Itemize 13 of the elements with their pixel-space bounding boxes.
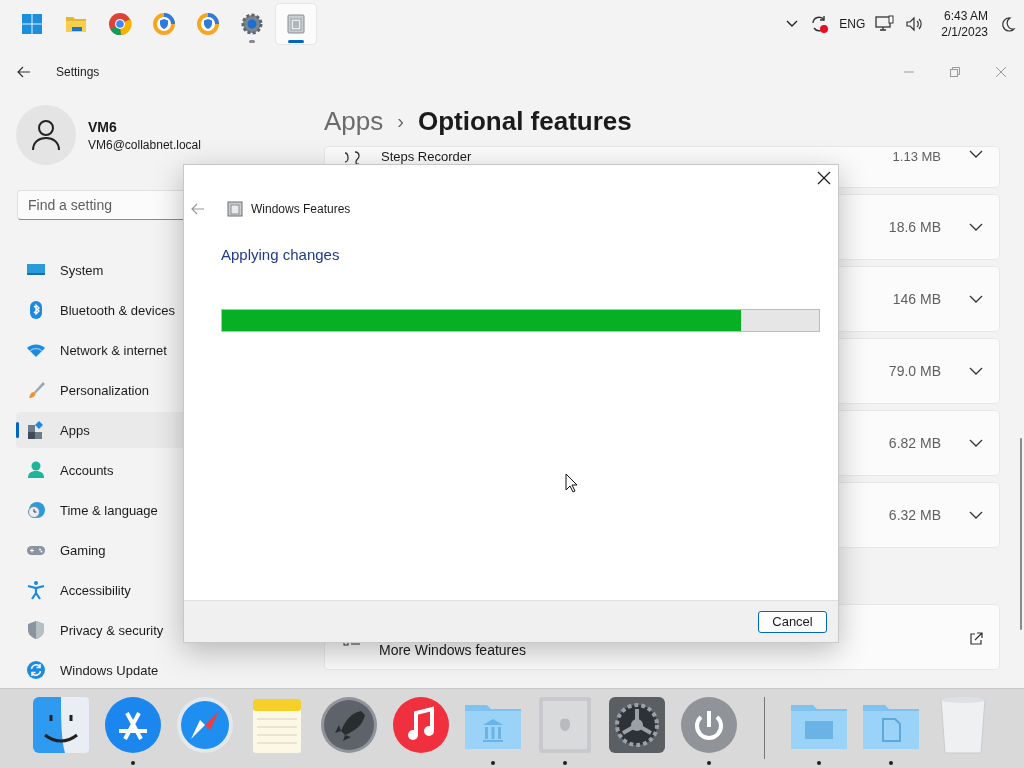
feature-size: 6.32 MB: [888, 507, 941, 523]
user-name: VM6: [88, 118, 118, 135]
feature-size: 1.13 MB: [892, 150, 941, 164]
window-title: Settings: [56, 65, 101, 79]
feature-size: 146 MB: [892, 291, 941, 307]
feature-size: 79.0 MB: [888, 363, 941, 379]
user-email: VM6@collabnet.local: [88, 137, 201, 152]
feature-size: 18.6 MB: [888, 219, 941, 235]
status-heading: Applying changes: [221, 246, 341, 263]
feature-size: 6.82 MB: [888, 435, 941, 451]
feature-name: Steps Recorder: [381, 150, 473, 164]
breadcrumb-separator: ›: [397, 109, 404, 133]
page-title: Optional features: [417, 105, 632, 137]
